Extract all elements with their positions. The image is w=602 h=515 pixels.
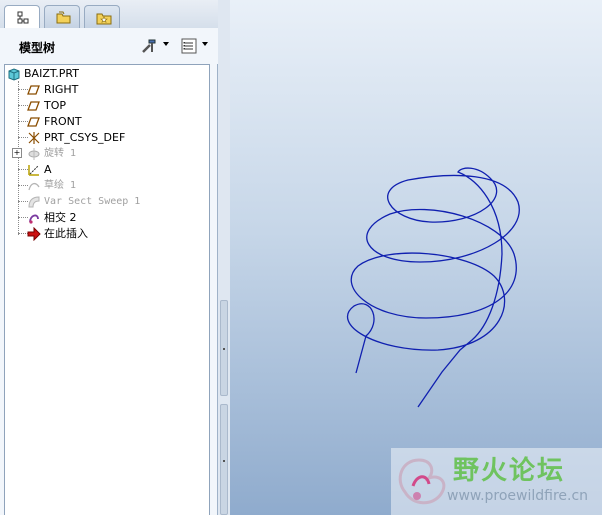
tools-icon xyxy=(142,39,156,53)
tree-root-label: BAIZT.PRT xyxy=(24,67,79,80)
tree-item-label: 相交 2 xyxy=(44,211,77,224)
settings-button[interactable] xyxy=(140,37,158,55)
navigator-tabs xyxy=(0,0,218,29)
splitter-grip-upper[interactable] xyxy=(220,300,228,396)
insert-here-arrow-icon xyxy=(27,226,41,242)
model-tree-header: 模型树 xyxy=(0,28,218,64)
tree-item-label: A xyxy=(44,163,52,176)
watermark-title: 野火论坛 xyxy=(453,456,566,486)
show-dropdown-icon[interactable] xyxy=(202,42,208,46)
graphics-viewport[interactable] xyxy=(230,0,602,515)
forum-watermark: 野火论坛 www.proewildfire.cn xyxy=(391,448,602,515)
watermark-url: www.proewildfire.cn xyxy=(447,488,589,504)
intersect-icon xyxy=(27,211,41,225)
helix-curve xyxy=(347,167,520,408)
model-tree-panel: 模型树 BAIZT.PRT RIGHT TOP FRONT PRT_CSYS_D… xyxy=(0,0,218,515)
settings-dropdown-icon[interactable] xyxy=(163,42,169,46)
panel-splitter[interactable] xyxy=(218,0,230,515)
model-tree-title: 模型树 xyxy=(19,41,56,55)
datum-plane-icon xyxy=(27,115,41,129)
datum-plane-icon xyxy=(27,83,41,97)
favorites-tab[interactable] xyxy=(84,5,120,28)
tree-item-label: FRONT xyxy=(44,115,82,128)
folder-browser-tab[interactable] xyxy=(44,5,80,28)
sweep-icon xyxy=(27,195,41,209)
sketch-icon xyxy=(27,179,41,193)
tree-item-label: RIGHT xyxy=(44,83,79,96)
tree-item-label: Var Sect Sweep 1 xyxy=(44,196,141,207)
datum-plane-icon xyxy=(27,99,41,113)
expand-toggle-icon[interactable]: + xyxy=(12,148,22,158)
forum-logo xyxy=(398,458,446,505)
model-tree: BAIZT.PRT RIGHT TOP FRONT PRT_CSYS_DEF +… xyxy=(4,64,210,515)
splitter-grip-lower[interactable] xyxy=(220,404,228,515)
datum-axis-icon xyxy=(27,163,41,177)
tree-structure-icon xyxy=(17,11,29,24)
revolve-icon xyxy=(27,147,41,161)
show-button[interactable] xyxy=(180,37,198,55)
folders-icon xyxy=(56,11,71,24)
tree-item-label: 在此插入 xyxy=(44,227,88,240)
tree-item-label: 草绘 1 xyxy=(44,180,77,191)
part-icon xyxy=(7,67,21,81)
tree-item-label: PRT_CSYS_DEF xyxy=(44,131,126,144)
tree-item-label: 旋转 1 xyxy=(44,148,77,159)
list-view-icon xyxy=(181,38,197,54)
coordinate-system-icon xyxy=(27,131,41,145)
favorites-folder-icon xyxy=(96,13,112,25)
model-tree-tab[interactable] xyxy=(4,5,40,29)
tree-item-label: TOP xyxy=(44,99,67,112)
